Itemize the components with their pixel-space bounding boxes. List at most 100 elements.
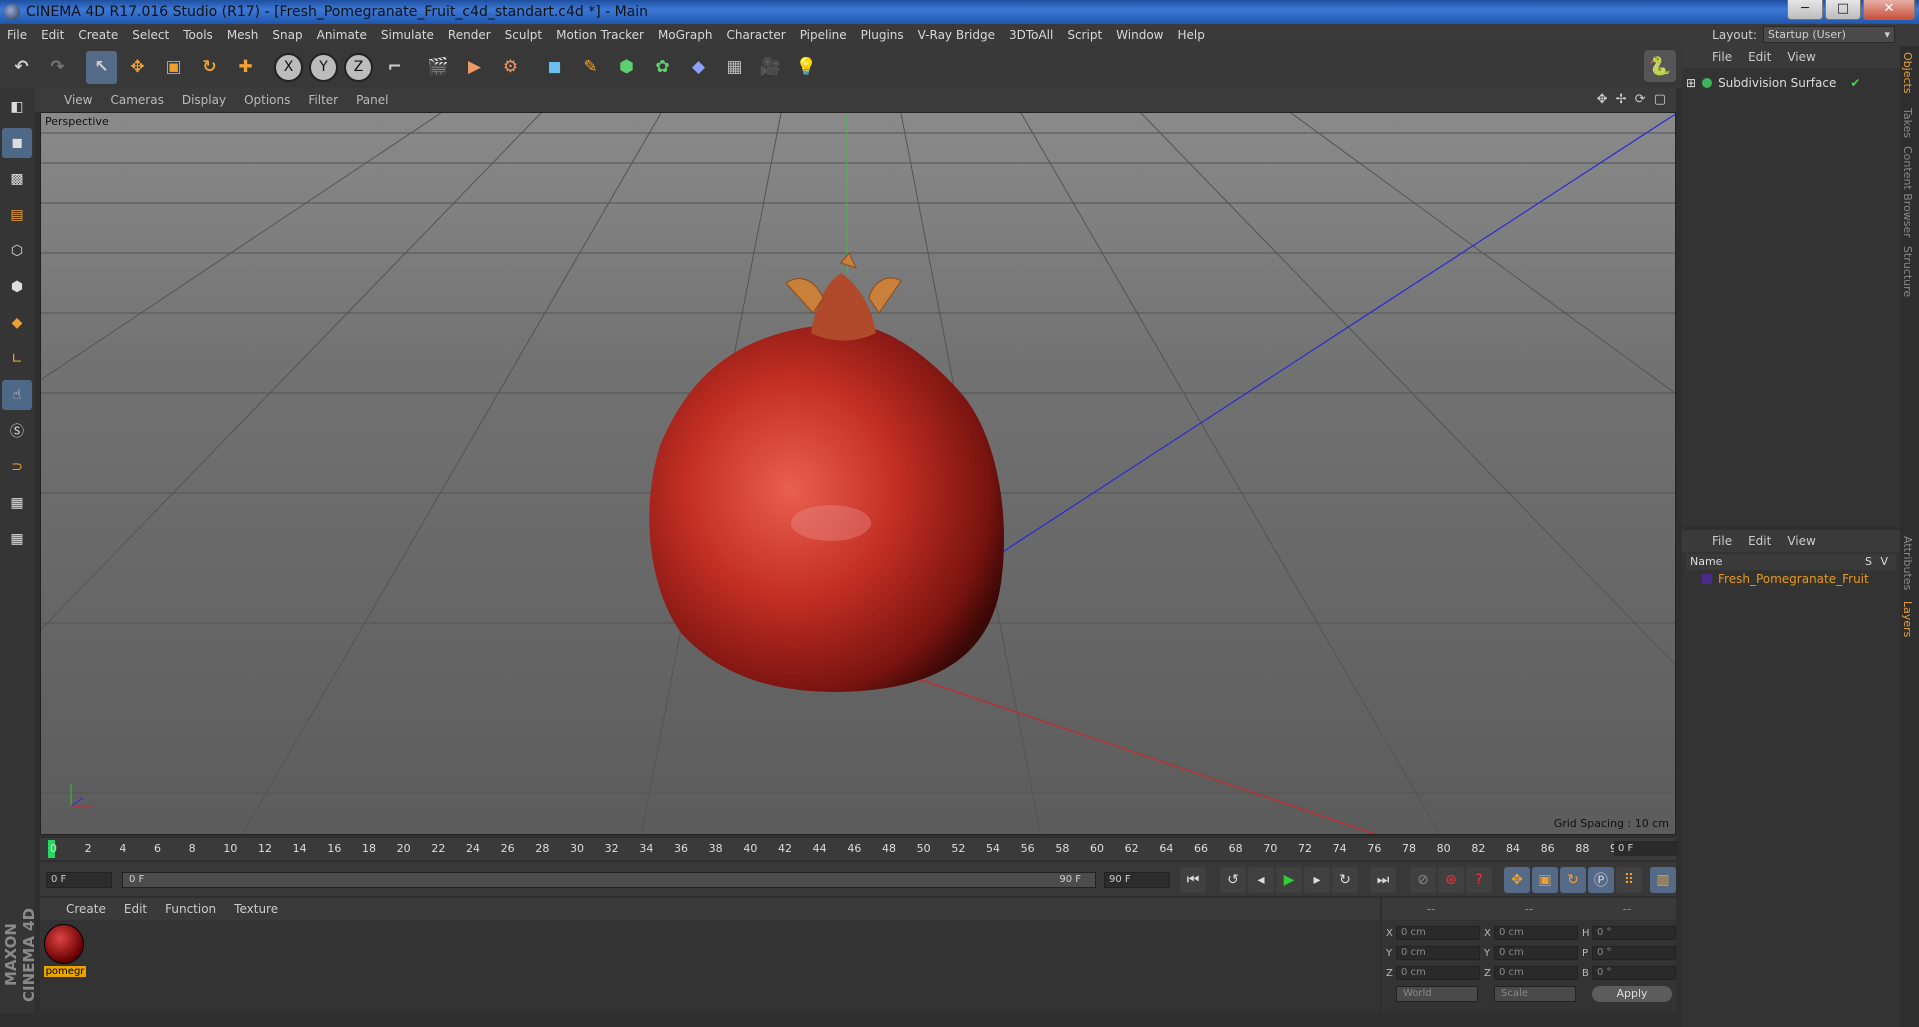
viewport-menu-view[interactable]: View [64, 93, 92, 107]
menu-plugins[interactable]: Plugins [854, 28, 911, 42]
polygons-mode-icon[interactable]: ◆ [2, 308, 32, 338]
z-axis-lock-icon[interactable]: Z [344, 52, 373, 82]
timeline-ruler[interactable]: 0 2 4 6 8 10 12 14 16 18 20 22 24 26 28 30 32 34 36 38 40 42 4… [40, 838, 1678, 860]
tweak-mode-icon[interactable]: ☝ [2, 380, 32, 410]
model-mode-icon[interactable]: ◼ [2, 128, 32, 158]
render-picture-viewer-icon[interactable]: ▶ [459, 51, 490, 84]
undo-icon[interactable]: ↶ [6, 51, 37, 84]
visibility-check-icon[interactable]: ✔ [1850, 76, 1860, 90]
viewport-menu-display[interactable]: Display [182, 93, 226, 107]
viewport-menu-filter[interactable]: Filter [308, 93, 338, 107]
redo-icon[interactable]: ↷ [42, 51, 73, 84]
render-view-icon[interactable]: 🎬 [423, 51, 454, 84]
maximize-button[interactable]: □ [1825, 0, 1861, 20]
axis-mode-icon[interactable]: ∟ [2, 344, 32, 374]
size-y-field[interactable]: 0 cm [1494, 946, 1578, 960]
edges-mode-icon[interactable]: ⬢ [2, 272, 32, 302]
perspective-viewport[interactable]: Perspective Grid Spacing : 10 cm [40, 112, 1676, 835]
planar-workplane-icon[interactable]: ▦ [2, 524, 32, 554]
viewport-navigation-icons[interactable]: ✥ ✢ ⟳ ▢ [1597, 92, 1668, 107]
layout-dropdown[interactable]: Startup (User) [1763, 26, 1895, 43]
menu-snap[interactable]: Snap [265, 28, 309, 42]
layer-menu-file[interactable]: File [1712, 534, 1732, 548]
tab-attributes[interactable]: Attributes [1901, 536, 1914, 590]
points-mode-icon[interactable]: ⬡ [2, 236, 32, 266]
tab-content-browser[interactable]: Content Browser [1901, 146, 1914, 238]
x-axis-lock-icon[interactable]: X [274, 52, 303, 82]
scale-dropdown[interactable]: Scale [1494, 986, 1576, 1002]
go-to-start-icon[interactable]: ⏮ [1180, 867, 1206, 893]
menu-help[interactable]: Help [1170, 28, 1211, 42]
material-menu-create[interactable]: Create [66, 902, 106, 916]
key-pla-icon[interactable]: ⠿ [1616, 867, 1642, 893]
menu-mograph[interactable]: MoGraph [651, 28, 720, 42]
material-menu-edit[interactable]: Edit [124, 902, 147, 916]
layer-menu-edit[interactable]: Edit [1748, 534, 1771, 548]
cloner-icon[interactable]: ✿ [647, 51, 678, 84]
menu-pipeline[interactable]: Pipeline [793, 28, 854, 42]
tab-layers[interactable]: Layers [1901, 601, 1914, 637]
object-row[interactable]: ⊞ Subdivision Surface ✔ [1686, 76, 1860, 90]
next-key-icon[interactable]: ↻ [1332, 867, 1358, 893]
magnet-icon[interactable]: ⊃ [2, 452, 32, 482]
python-icon[interactable]: 🐍 [1644, 50, 1676, 82]
pos-x-field[interactable]: 0 cm [1396, 926, 1480, 940]
menu-character[interactable]: Character [719, 28, 792, 42]
world-dropdown[interactable]: World [1396, 986, 1478, 1002]
menu-render[interactable]: Render [441, 28, 498, 42]
rot-p-field[interactable]: 0 ° [1592, 946, 1676, 960]
autokey-icon[interactable]: ⊛ [1438, 867, 1464, 893]
menu-3dtoall[interactable]: 3DToAll [1002, 28, 1060, 42]
key-scale-icon[interactable]: ▣ [1532, 867, 1558, 893]
start-frame-field[interactable]: 0 F [46, 872, 112, 888]
layer-menu-view[interactable]: View [1787, 534, 1815, 548]
expand-icon[interactable]: ⊞ [1686, 76, 1696, 90]
tab-objects[interactable]: Objects [1901, 52, 1914, 94]
light-icon[interactable]: 💡 [791, 51, 822, 84]
live-select-icon[interactable]: ✚ [230, 51, 261, 84]
locked-workplane-icon[interactable]: ▦ [2, 488, 32, 518]
menu-create[interactable]: Create [71, 28, 125, 42]
camera-icon[interactable]: 🎥 [755, 51, 786, 84]
texture-mode-icon[interactable]: ▩ [2, 164, 32, 194]
frame-range-slider[interactable]: 0 F 90 F [122, 872, 1096, 888]
scale-tool-icon[interactable]: ▣ [158, 51, 189, 84]
next-frame-icon[interactable]: ▸ [1304, 867, 1330, 893]
menu-window[interactable]: Window [1109, 28, 1170, 42]
workplane-icon[interactable]: ▤ [2, 200, 32, 230]
floor-icon[interactable]: ▦ [719, 51, 750, 84]
menu-tools[interactable]: Tools [176, 28, 220, 42]
previous-key-icon[interactable]: ↺ [1220, 867, 1246, 893]
end-frame-field[interactable]: 90 F [1104, 872, 1170, 888]
layer-row[interactable]: Fresh_Pomegranate_Fruit [1702, 572, 1869, 586]
pos-y-field[interactable]: 0 cm [1396, 946, 1480, 960]
menu-edit[interactable]: Edit [34, 28, 71, 42]
menu-simulate[interactable]: Simulate [374, 28, 441, 42]
key-parameter-icon[interactable]: Ⓟ [1588, 867, 1614, 893]
snap-icon[interactable]: Ⓢ [2, 416, 32, 446]
make-editable-icon[interactable]: ◧ [2, 92, 32, 122]
move-tool-icon[interactable]: ✥ [122, 51, 153, 84]
previous-frame-icon[interactable]: ◂ [1248, 867, 1274, 893]
menu-animate[interactable]: Animate [310, 28, 374, 42]
viewport-menu-panel[interactable]: Panel [356, 93, 388, 107]
keyframe-selection-icon[interactable]: ? [1466, 867, 1492, 893]
size-x-field[interactable]: 0 cm [1494, 926, 1578, 940]
menu-select[interactable]: Select [125, 28, 176, 42]
tab-structure[interactable]: Structure [1901, 246, 1914, 297]
y-axis-lock-icon[interactable]: Y [309, 52, 338, 82]
timeline-window-icon[interactable]: ▥ [1650, 867, 1676, 893]
material-swatch[interactable]: pomegr [44, 924, 86, 981]
record-keys-icon[interactable]: ⊘ [1410, 867, 1436, 893]
size-z-field[interactable]: 0 cm [1494, 966, 1578, 980]
menu-mesh[interactable]: Mesh [220, 28, 266, 42]
rot-h-field[interactable]: 0 ° [1592, 926, 1676, 940]
subdivision-surface-icon[interactable]: ⬢ [611, 51, 642, 84]
coordinate-system-icon[interactable]: ⌐ [379, 51, 410, 84]
minimize-button[interactable]: ─ [1787, 0, 1823, 20]
current-frame-field[interactable]: 0 F [1614, 841, 1678, 856]
close-button[interactable]: ✕ [1863, 0, 1915, 20]
material-menu-function[interactable]: Function [165, 902, 216, 916]
viewport-menu-options[interactable]: Options [244, 93, 290, 107]
render-settings-icon[interactable]: ⚙ [495, 51, 526, 84]
